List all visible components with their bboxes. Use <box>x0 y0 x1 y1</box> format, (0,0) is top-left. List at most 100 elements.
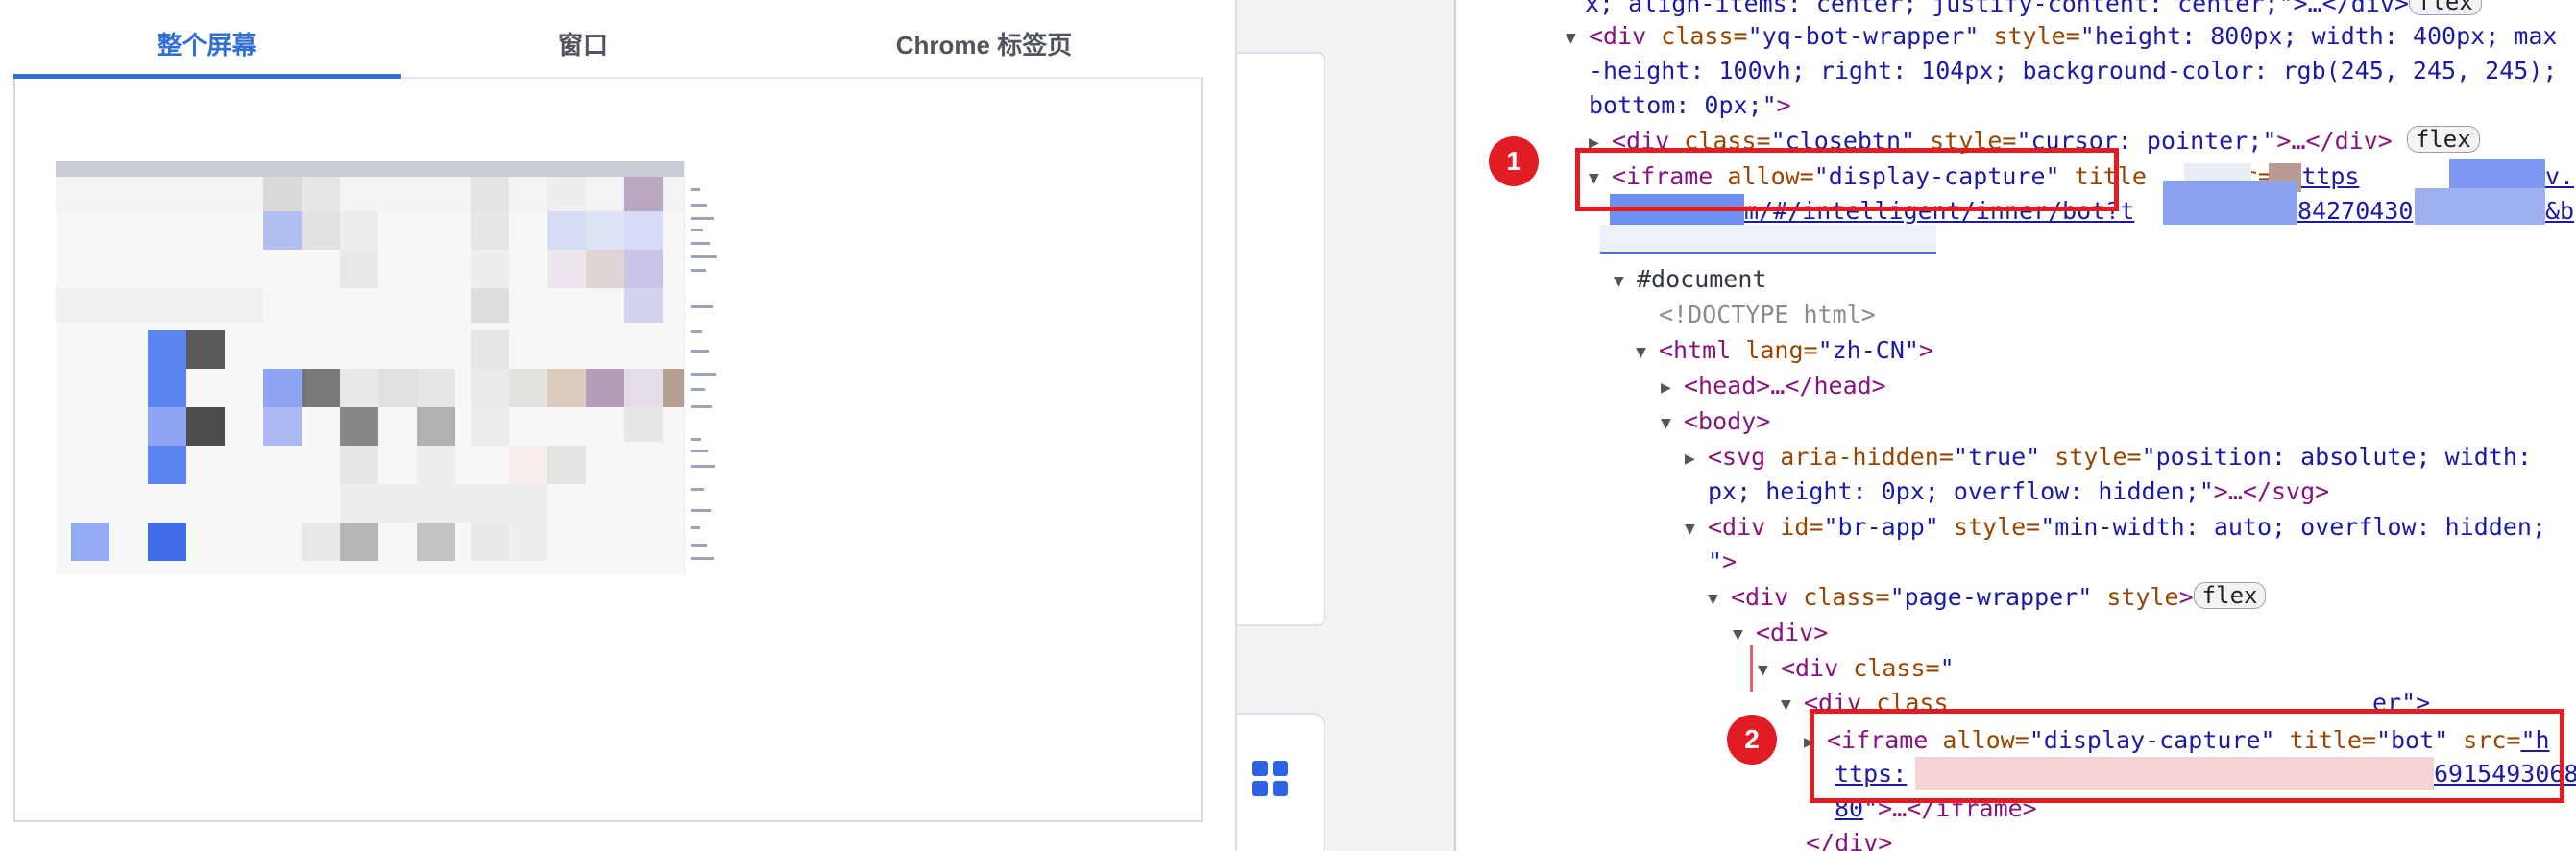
tag-name: <body> <box>1684 407 1771 435</box>
expand-triangle-icon[interactable]: ▼ <box>1758 653 1781 688</box>
src-link[interactable]: &b <box>2545 197 2574 225</box>
attr-value: "page-wrapper" <box>1889 583 2093 611</box>
dom-line[interactable]: ▼ <div id="br-app" style="min-width: auto… <box>1685 510 2546 545</box>
expand-triangle-icon[interactable]: ▼ <box>1685 512 1708 547</box>
middle-card <box>1237 52 1325 626</box>
apps-grid-icon[interactable] <box>1252 761 1289 797</box>
expand-triangle-icon[interactable]: ▼ <box>1614 264 1637 299</box>
dom-line[interactable]: x; align-items: center; justify-content:… <box>1585 0 2482 21</box>
attr-value: "yq-bot-wrapper" <box>1747 22 1980 50</box>
thumbnail-sidebar-line <box>691 350 709 353</box>
thumbnail-pixel <box>471 288 509 323</box>
expand-triangle-icon[interactable]: ▼ <box>1708 582 1731 617</box>
dom-line[interactable]: </div> <box>1806 826 1892 851</box>
thumbnail-pixel <box>340 484 471 523</box>
tag-name: <div <box>1589 22 1647 50</box>
dom-line-fragment: 84270430 <box>2297 194 2413 229</box>
thumbnail-sidebar <box>684 161 718 574</box>
src-link[interactable]: v. <box>2545 162 2574 190</box>
tag-name: <div <box>1731 583 1789 611</box>
attr-name: style <box>2092 583 2179 611</box>
attr-value: " <box>1939 654 1955 682</box>
attr-value: px; height: 0px; overflow: hidden;" <box>1708 477 2214 505</box>
annotation-box-2 <box>1810 709 2564 803</box>
thumbnail-pixel <box>547 177 586 211</box>
thumbnail-sidebar-line <box>691 450 708 452</box>
dom-line[interactable]: "> <box>1708 545 1737 579</box>
thumbnail-pixel <box>509 523 547 561</box>
dom-line[interactable]: px; height: 0px; overflow: hidden;">…</s… <box>1708 474 2329 509</box>
tag-name: > <box>1722 547 1738 575</box>
dom-line[interactable]: ▶ <head>…</head> <box>1661 369 1886 403</box>
thumbnail-sidebar-line <box>691 269 706 272</box>
thumbnail-pixel <box>148 330 186 369</box>
tag-name: <svg <box>1708 443 1766 471</box>
tab-entire-screen[interactable]: 整个屏幕 <box>13 0 401 79</box>
flex-badge[interactable]: flex <box>2408 0 2482 15</box>
attr-value: -height: 100vh; right: 104px; background… <box>1589 57 2558 85</box>
thumbnail-pixel <box>148 369 186 407</box>
tag-name: >…</div> <box>2276 127 2393 155</box>
thumbnail-pixel <box>471 177 509 211</box>
thumbnail-pixel <box>302 523 340 561</box>
thumbnail-pixel <box>547 446 586 484</box>
dom-line[interactable]: ▶ <svg aria-hidden="true" style="position… <box>1685 440 2532 474</box>
dom-line[interactable]: ▼ <html lang="zh-CN"> <box>1636 333 1933 368</box>
thumbnail-pixel <box>624 250 663 288</box>
thumbnail-pixel <box>624 211 663 250</box>
attr-value: "height: 800px; width: 400px; max <box>2079 22 2558 50</box>
expand-triangle-icon[interactable]: ▼ <box>1636 335 1659 370</box>
dom-line-fragment: &b <box>2545 194 2574 229</box>
thumbnail-pixel <box>340 250 378 288</box>
thumbnail-pixel <box>148 446 186 484</box>
thumbnail-pixel <box>471 523 509 561</box>
dom-line[interactable]: ▼ <div class="page-wrapper" style> flex <box>1708 580 2267 617</box>
flex-badge[interactable]: flex <box>2193 582 2267 609</box>
thumbnail-pixel <box>547 250 586 288</box>
dom-line[interactable]: bottom: 0px;"> <box>1589 88 1791 123</box>
attr-value: "true" <box>1953 443 2041 471</box>
dom-line[interactable]: ▼ <div> <box>1733 616 1828 650</box>
tab-chrome-tab[interactable]: Chrome 标签页 <box>766 0 1203 77</box>
expand-triangle-icon[interactable]: ▼ <box>1661 406 1684 441</box>
thumbnail-pixel <box>471 407 509 446</box>
thumbnail-pixel <box>340 211 378 250</box>
tag-name: <div <box>1781 654 1839 682</box>
thumbnail-pixel <box>547 369 586 407</box>
thumbnail-pixel <box>186 407 225 446</box>
collapse-triangle-icon[interactable]: ▶ <box>1685 442 1708 476</box>
flex-badge[interactable]: flex <box>2406 126 2480 153</box>
tab-window[interactable]: 窗口 <box>401 0 766 77</box>
attr-name: style= <box>2040 443 2142 471</box>
expand-triangle-icon[interactable]: ▼ <box>1566 21 1589 56</box>
thumbnail-pixel <box>417 369 455 407</box>
src-link[interactable]: 84270430 <box>2297 197 2413 225</box>
annotation-box-1 <box>1575 148 2119 211</box>
dom-line[interactable]: ▼ #document <box>1614 262 1766 297</box>
tag-name: > <box>1776 91 1791 119</box>
expand-triangle-icon[interactable]: ▼ <box>1781 688 1804 722</box>
middle-panel <box>1235 0 1454 851</box>
collapse-triangle-icon[interactable]: ▶ <box>1661 371 1684 405</box>
dom-line[interactable]: ▼ <div class=" <box>1758 651 1955 686</box>
thumbnail-pixel <box>547 211 586 250</box>
thumbnail-pixel <box>302 369 340 407</box>
tag-name: > <box>2178 583 2194 611</box>
tab-label: 整个屏幕 <box>157 31 257 60</box>
thumbnail-pixel <box>263 177 302 211</box>
dom-line[interactable]: ▼ <div class="yq-bot-wrapper" style="heig… <box>1566 19 2557 54</box>
thumbnail-sidebar-line <box>691 242 710 245</box>
dom-line[interactable]: <!DOCTYPE html> <box>1659 298 1876 332</box>
tag-name: <html <box>1659 336 1732 364</box>
attr-name: id= <box>1765 513 1824 541</box>
attr-name: lang= <box>1731 336 1818 364</box>
thumbnail-sidebar-line <box>691 255 717 258</box>
thumbnail-pixel <box>340 523 378 561</box>
thumbnail-sidebar-line <box>691 557 714 560</box>
redaction-block <box>1600 225 1936 254</box>
screen-thumbnail[interactable] <box>56 161 718 574</box>
dom-line[interactable]: ▼ <body> <box>1661 404 1770 439</box>
dom-line[interactable]: -height: 100vh; right: 104px; background… <box>1589 54 2557 88</box>
thumbnail-pixel <box>263 369 302 407</box>
line-text: x; align-items: center; justify-content:… <box>1585 0 2409 17</box>
